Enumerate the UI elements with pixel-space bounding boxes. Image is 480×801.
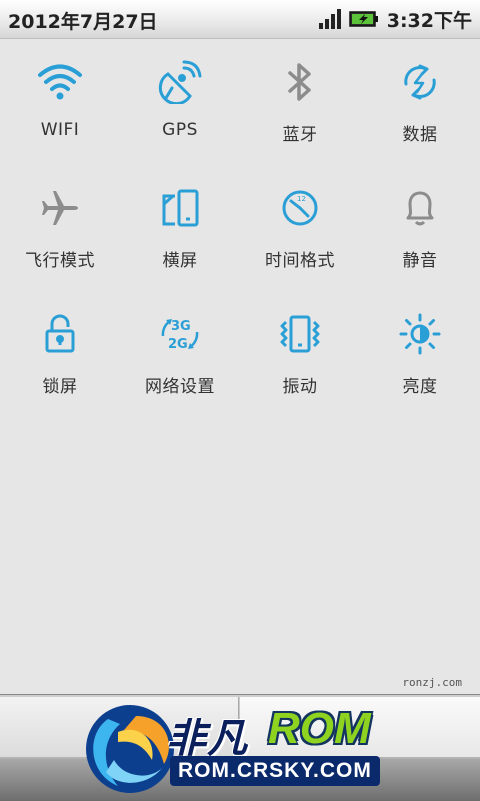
toggle-label: 网络设置 xyxy=(145,377,215,397)
logo-rom-text: ROM xyxy=(268,704,371,753)
crsky-rom-logo: 非凡 ROM ROM.CRSKY.COM xyxy=(78,694,408,800)
bluetooth-icon xyxy=(276,58,324,106)
status-bar: 2012年7月27日 3:32下午 xyxy=(0,0,480,39)
toggle-bluetooth[interactable]: 蓝牙 xyxy=(240,52,360,178)
toggle-mute[interactable]: 静音 xyxy=(360,178,480,304)
svg-text:2G: 2G xyxy=(168,337,188,352)
signal-icon xyxy=(318,9,341,29)
vibrate-icon xyxy=(276,310,324,358)
site-watermark: ronzj.com xyxy=(402,676,462,689)
toggle-label: 蓝牙 xyxy=(282,125,318,145)
status-date: 2012年7月27日 xyxy=(8,11,158,33)
toggle-airplane[interactable]: 飞行模式 xyxy=(0,178,120,304)
toggle-label: 数据 xyxy=(402,125,438,145)
gps-icon xyxy=(156,58,204,106)
logo-url: ROM.CRSKY.COM xyxy=(170,756,380,786)
toggle-label: 时间格式 xyxy=(265,251,335,271)
quick-toggle-grid: WIFI GPS 蓝牙 数据 飞行模式 横屏 12 时间格式 静音 锁屏 3G … xyxy=(0,52,480,430)
clock-icon: 12 xyxy=(276,184,324,232)
data-icon xyxy=(396,58,444,106)
toggle-brightness[interactable]: 亮度 xyxy=(360,304,480,430)
rotate-screen-icon xyxy=(156,184,204,232)
status-time: 3:32下午 xyxy=(386,9,472,32)
svg-text:12: 12 xyxy=(297,195,306,203)
toggle-label: 飞行模式 xyxy=(25,251,95,271)
lock-icon xyxy=(36,310,84,358)
svg-text:3G: 3G xyxy=(171,319,191,334)
toggle-label: 静音 xyxy=(402,251,438,271)
toggle-data[interactable]: 数据 xyxy=(360,52,480,178)
brightness-icon xyxy=(396,310,444,358)
toggle-time-format[interactable]: 12 时间格式 xyxy=(240,178,360,304)
wifi-icon xyxy=(36,58,84,106)
toggle-vibrate[interactable]: 振动 xyxy=(240,304,360,430)
status-right: 3:32下午 xyxy=(318,6,472,32)
toggle-label: 锁屏 xyxy=(42,377,78,397)
toggle-row: 锁屏 3G 2G 网络设置 振动 亮度 xyxy=(0,304,480,430)
toggle-wifi[interactable]: WIFI xyxy=(0,52,120,178)
toggle-network-settings[interactable]: 3G 2G 网络设置 xyxy=(120,304,240,430)
toggle-gps[interactable]: GPS xyxy=(120,52,240,178)
toggle-lock-screen[interactable]: 锁屏 xyxy=(0,304,120,430)
bell-icon xyxy=(396,184,444,232)
toggle-row: 飞行模式 横屏 12 时间格式 静音 xyxy=(0,178,480,304)
airplane-icon xyxy=(36,184,84,232)
toggle-rotate-screen[interactable]: 横屏 xyxy=(120,178,240,304)
toggle-label: 横屏 xyxy=(162,251,198,271)
toggle-row: WIFI GPS 蓝牙 数据 xyxy=(0,52,480,178)
toggle-label: GPS xyxy=(162,120,198,140)
network-3g-2g-icon: 3G 2G xyxy=(156,310,204,358)
battery-charging-icon xyxy=(348,11,378,27)
toggle-label: WIFI xyxy=(40,120,80,140)
toggle-label: 振动 xyxy=(282,377,318,397)
toggle-label: 亮度 xyxy=(402,377,438,397)
